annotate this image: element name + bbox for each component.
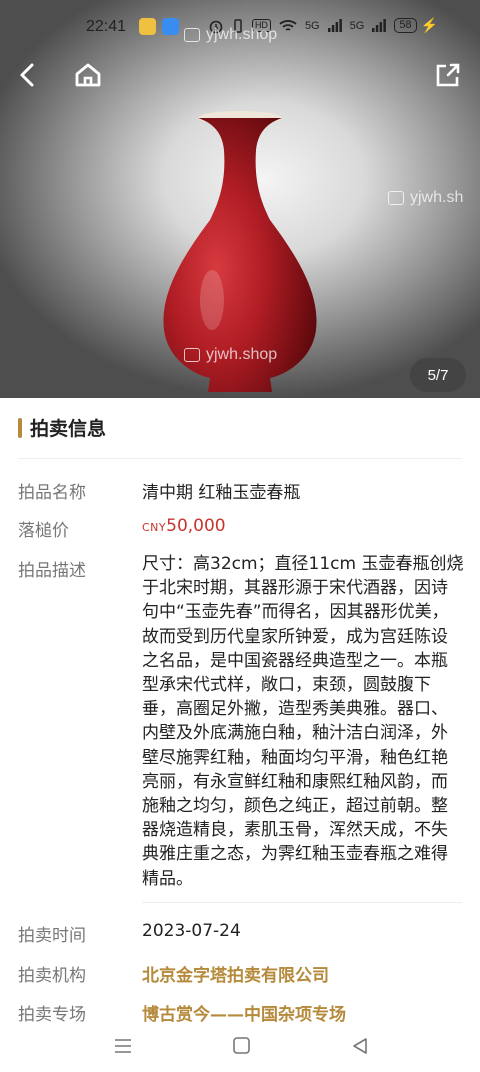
watermark-logo-icon [184,28,200,42]
back-button[interactable] [10,58,46,92]
signal-2-label: 5G [349,19,365,32]
signal-icon [372,19,387,32]
battery-icon: 58 [394,18,417,33]
auction-house-label: 拍卖机构 [18,966,86,986]
photo-gallery[interactable]: 22:41 HD 5G 5G 58 ⚡ yjwh.shop yjwh.sh yj… [0,0,480,398]
watermark-text: yjwh.sh [410,189,464,206]
app-notification-icon [162,18,179,35]
price-amount: 50,000 [166,516,226,536]
home-icon [75,63,101,87]
section-accent-bar [18,417,22,438]
back-nav-icon[interactable] [352,1037,368,1055]
divider [18,458,462,459]
watermark-text: yjwh.shop [206,346,278,363]
share-icon [436,63,460,87]
auction-house-link[interactable]: 北京金字塔拍卖有限公司 [142,961,329,986]
home-button[interactable] [70,58,106,92]
watermark: yjwh.shop [184,346,277,364]
system-nav-bar [0,1022,480,1072]
status-time: 22:41 [86,18,127,35]
watermark: yjwh.shop [184,26,277,44]
section-title: 拍卖信息 [30,418,107,440]
watermark: yjwh.sh [388,189,463,207]
price-currency: CNY [142,521,167,534]
name-value: 清中期 红釉玉壶春瓶 [142,483,301,503]
share-button[interactable] [430,58,466,92]
menu-icon[interactable] [114,1038,132,1054]
auction-time-label: 拍卖时间 [18,926,86,946]
description-label: 拍品描述 [18,561,86,581]
signal-1-label: 5G [304,19,320,32]
charging-icon: ⚡ [420,17,438,33]
section-header: 拍卖信息 [18,414,106,441]
app-notification-icon [139,18,156,35]
wifi-icon [279,19,297,31]
watermark-logo-icon [388,191,404,205]
signal-icon [327,19,342,32]
divider [142,902,462,903]
auction-time-value: 2023-07-24 [142,921,241,941]
name-label: 拍品名称 [18,483,86,503]
price-label: 落槌价 [18,521,69,541]
home-nav-icon[interactable] [233,1037,250,1054]
watermark-logo-icon [184,348,200,362]
description-text: 尺寸：高32cm；直径11cm 玉壶春瓶创烧于北宋时期，其器形源于宋代酒器，因诗… [142,554,464,889]
watermark-text: yjwh.shop [206,26,278,43]
price-value: CNY50,000 [142,516,226,536]
image-counter: 5/7 [410,358,466,392]
back-arrow-icon [20,63,34,87]
